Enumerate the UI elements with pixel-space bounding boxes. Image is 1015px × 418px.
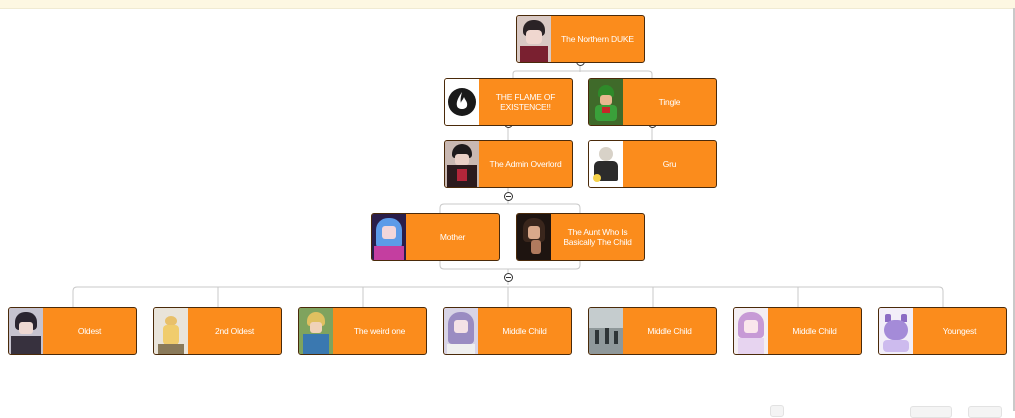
dark-haired-character-avatar-icon — [9, 308, 43, 354]
node-the-admin-overlord[interactable]: The Admin Overlord — [444, 140, 573, 188]
node-label: Gru — [662, 159, 677, 169]
dark-haired-character-avatar-icon — [445, 141, 479, 187]
node-the-weird-one[interactable]: The weird one — [298, 307, 427, 355]
node-the-northern-duke[interactable]: The Northern DUKE — [516, 15, 645, 63]
dark-portrait-avatar-icon — [517, 214, 551, 260]
node-gru[interactable]: Gru — [588, 140, 717, 188]
node-the-flame-of-existence[interactable]: THE FLAME OF EXISTENCE!! — [444, 78, 573, 126]
node-label: The weird one — [353, 326, 406, 336]
dark-haired-character-avatar-icon — [517, 16, 551, 62]
node-label: Youngest — [942, 326, 977, 336]
node-label: Mother — [439, 232, 466, 242]
pink-haired-character-avatar-icon — [734, 308, 768, 354]
node-label: Middle Child — [792, 326, 837, 336]
node-label: Middle Child — [647, 326, 692, 336]
purple-cat-character-avatar-icon — [879, 308, 913, 354]
blue-haired-character-avatar-icon — [372, 214, 406, 260]
yellow-figure-avatar-icon — [154, 308, 188, 354]
node-label: Oldest — [77, 326, 102, 336]
node-label: 2nd Oldest — [214, 326, 255, 336]
node-the-aunt[interactable]: The Aunt Who Is Basically The Child — [516, 213, 645, 261]
node-label: THE FLAME OF EXISTENCE!! — [495, 92, 556, 112]
green-costume-character-avatar-icon — [589, 79, 623, 125]
node-label: Tingle — [658, 97, 681, 107]
node-youngest[interactable]: Youngest — [878, 307, 1007, 355]
node-middle-child-3[interactable]: Middle Child — [733, 307, 862, 355]
node-middle-child-2[interactable]: Middle Child — [588, 307, 717, 355]
gray-scene-avatar-icon — [589, 308, 623, 354]
green-character-avatar-icon — [299, 308, 333, 354]
collapse-toggle-admin[interactable] — [504, 192, 513, 201]
zoom-in-control[interactable] — [968, 406, 1002, 418]
node-label: The Aunt Who Is Basically The Child — [563, 227, 632, 247]
node-middle-child-1[interactable]: Middle Child — [443, 307, 572, 355]
node-mother[interactable]: Mother — [371, 213, 500, 261]
lavender-character-avatar-icon — [444, 308, 478, 354]
zoom-out-control[interactable] — [910, 406, 952, 418]
node-oldest[interactable]: Oldest — [8, 307, 137, 355]
node-tingle[interactable]: Tingle — [588, 78, 717, 126]
node-label: The Northern DUKE — [561, 34, 634, 44]
collapse-toggle-couple[interactable] — [504, 273, 513, 282]
node-label: Middle Child — [502, 326, 547, 336]
checkbox-control[interactable] — [770, 405, 784, 417]
node-label: The Admin Overlord — [489, 159, 562, 169]
bald-character-avatar-icon — [589, 141, 623, 187]
node-2nd-oldest[interactable]: 2nd Oldest — [153, 307, 282, 355]
flame-logo-icon — [445, 79, 479, 125]
